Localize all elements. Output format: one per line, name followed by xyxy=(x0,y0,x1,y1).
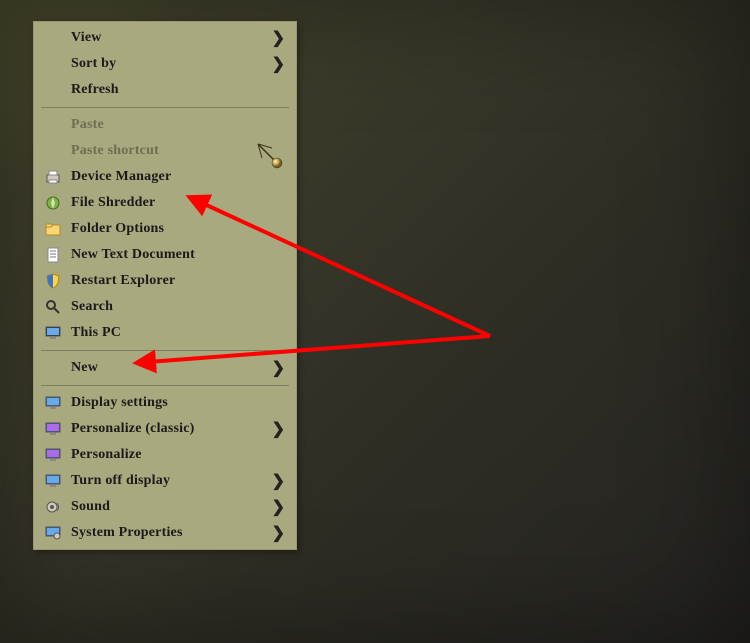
search-icon xyxy=(41,299,65,315)
menu-item-new[interactable]: New ❯ xyxy=(33,355,297,381)
display-off-icon xyxy=(41,473,65,489)
menu-item-paste: Paste xyxy=(33,112,297,138)
menu-item-label: This PC xyxy=(71,325,287,341)
menu-item-refresh[interactable]: Refresh xyxy=(33,77,297,103)
personalize-icon xyxy=(41,421,65,437)
menu-item-display-settings[interactable]: Display settings xyxy=(33,390,297,416)
menu-item-label: New xyxy=(71,360,272,376)
menu-item-sort-by[interactable]: Sort by ❯ xyxy=(33,51,297,77)
menu-item-label: Display settings xyxy=(71,395,287,411)
menu-item-device-manager[interactable]: Device Manager xyxy=(33,164,297,190)
menu-item-system-properties[interactable]: System Properties ❯ xyxy=(33,520,297,546)
chevron-right-icon: ❯ xyxy=(272,358,285,378)
menu-item-label: Search xyxy=(71,299,287,315)
printer-icon xyxy=(41,169,65,185)
menu-item-restart-explorer[interactable]: Restart Explorer xyxy=(33,268,297,294)
menu-item-label: Paste xyxy=(71,117,287,133)
menu-item-turn-off-display[interactable]: Turn off display ❯ xyxy=(33,468,297,494)
menu-item-label: View xyxy=(71,30,272,46)
chevron-right-icon: ❯ xyxy=(272,419,285,439)
menu-item-personalize[interactable]: Personalize xyxy=(33,442,297,468)
menu-item-new-text-document[interactable]: New Text Document xyxy=(33,242,297,268)
text-document-icon xyxy=(41,247,65,263)
chevron-right-icon: ❯ xyxy=(272,471,285,491)
menu-item-label: New Text Document xyxy=(71,247,287,263)
sound-icon xyxy=(41,499,65,515)
menu-item-label: File Shredder xyxy=(71,195,287,211)
menu-item-sound[interactable]: Sound ❯ xyxy=(33,494,297,520)
menu-item-label: Refresh xyxy=(71,82,287,98)
menu-item-label: Turn off display xyxy=(71,473,272,489)
chevron-right-icon: ❯ xyxy=(272,523,285,543)
personalize-icon xyxy=(41,447,65,463)
menu-item-search[interactable]: Search xyxy=(33,294,297,320)
menu-item-file-shredder[interactable]: File Shredder xyxy=(33,190,297,216)
menu-separator xyxy=(41,385,289,386)
menu-item-personalize-classic[interactable]: Personalize (classic) ❯ xyxy=(33,416,297,442)
shield-icon xyxy=(41,273,65,289)
system-icon xyxy=(41,525,65,541)
shredder-icon xyxy=(41,195,65,211)
menu-item-label: Folder Options xyxy=(71,221,287,237)
context-menu: View ❯ Sort by ❯ Refresh Paste Paste sho… xyxy=(33,21,297,550)
desktop-background: View ❯ Sort by ❯ Refresh Paste Paste sho… xyxy=(0,0,750,643)
menu-item-folder-options[interactable]: Folder Options xyxy=(33,216,297,242)
chevron-right-icon: ❯ xyxy=(272,54,285,74)
menu-item-label: Personalize xyxy=(71,447,287,463)
monitor-icon xyxy=(41,325,65,341)
menu-item-label: Personalize (classic) xyxy=(71,421,272,437)
folder-icon xyxy=(41,221,65,237)
menu-item-label: Device Manager xyxy=(71,169,287,185)
menu-item-label: Restart Explorer xyxy=(71,273,287,289)
menu-item-label: Sort by xyxy=(71,56,272,72)
menu-item-label: Sound xyxy=(71,499,272,515)
display-icon xyxy=(41,395,65,411)
chevron-right-icon: ❯ xyxy=(272,497,285,517)
menu-item-view[interactable]: View ❯ xyxy=(33,25,297,51)
menu-item-paste-shortcut: Paste shortcut xyxy=(33,138,297,164)
menu-separator xyxy=(41,350,289,351)
menu-item-label: System Properties xyxy=(71,525,272,541)
menu-item-label: Paste shortcut xyxy=(71,143,287,159)
menu-separator xyxy=(41,107,289,108)
menu-item-this-pc[interactable]: This PC xyxy=(33,320,297,346)
chevron-right-icon: ❯ xyxy=(272,28,285,48)
